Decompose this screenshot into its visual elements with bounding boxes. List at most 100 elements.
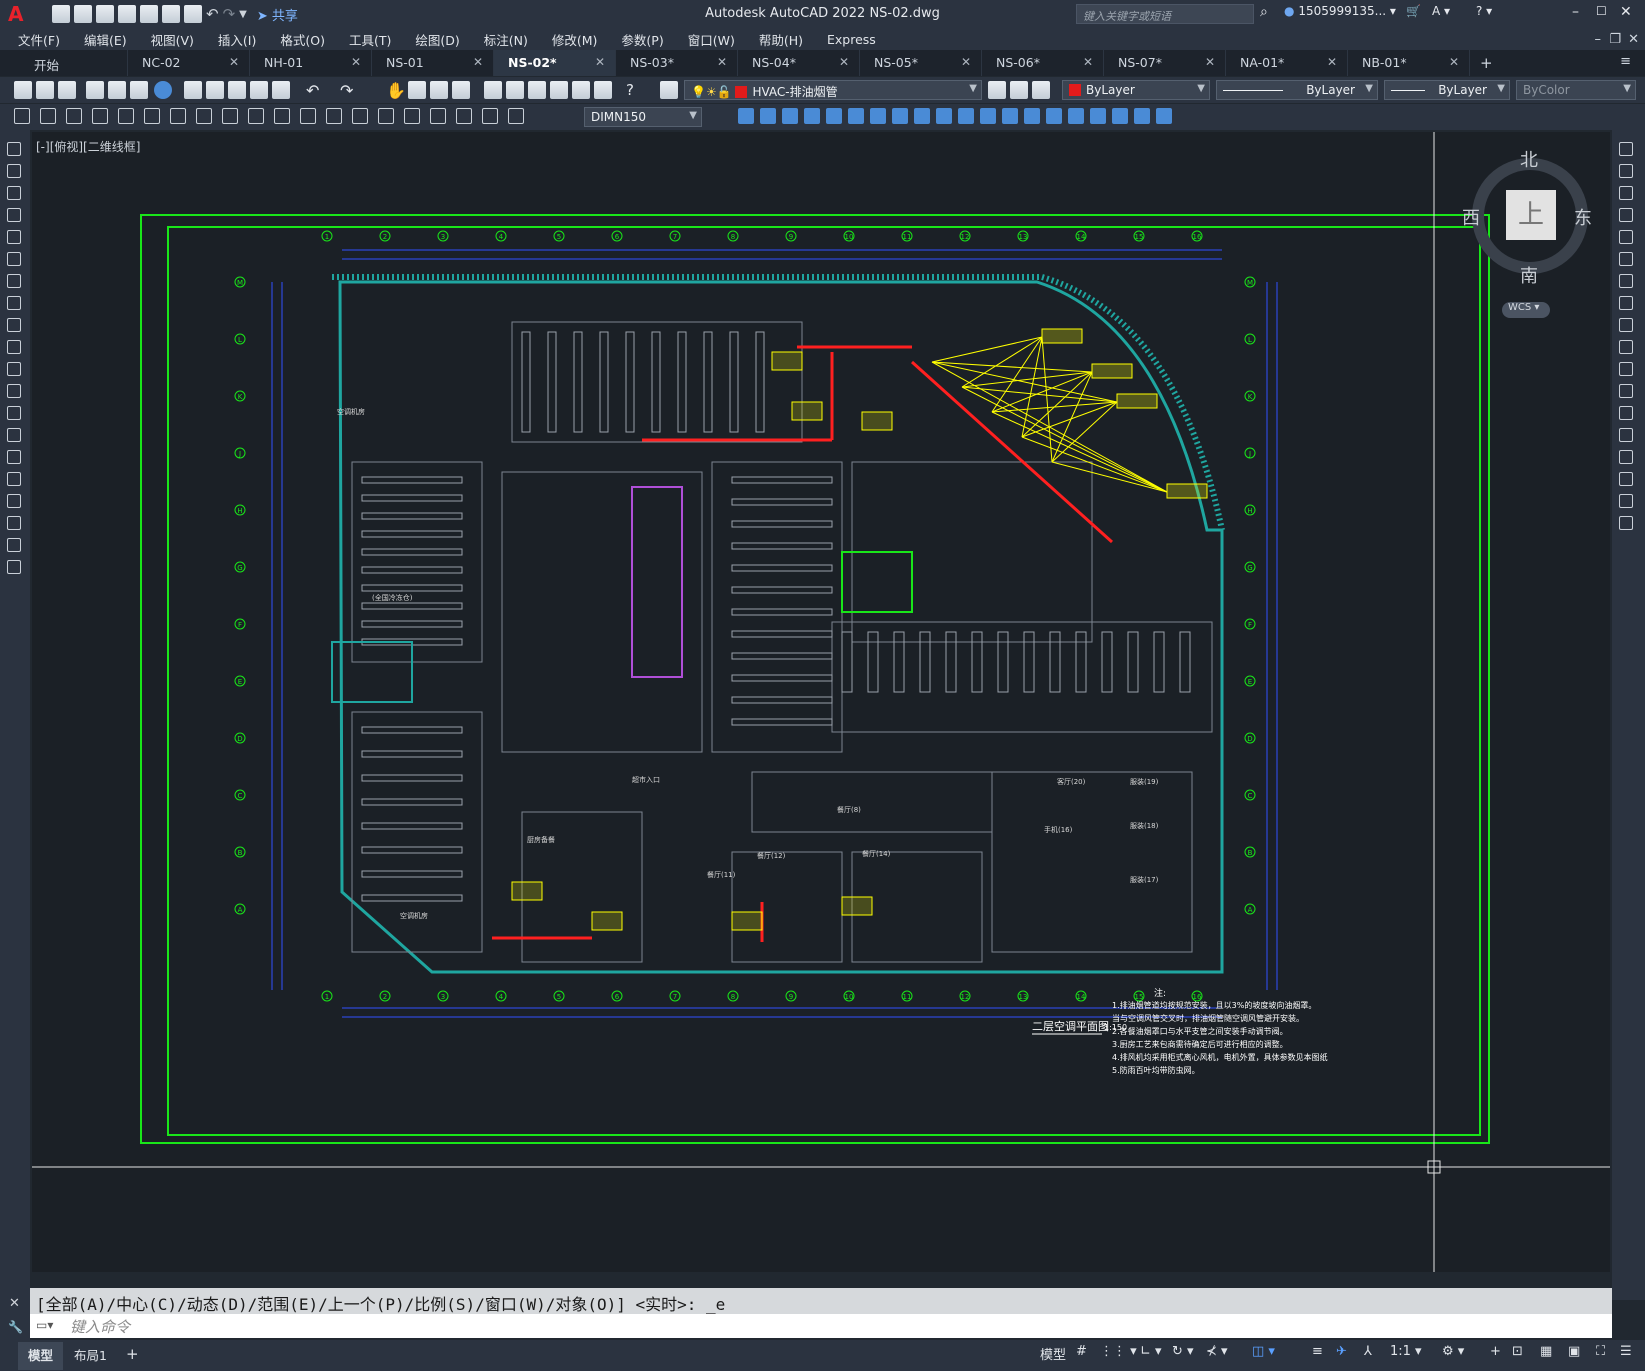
scale-button[interactable]: 1:1 ▾ [1390,1344,1422,1359]
explode-icon[interactable] [1619,516,1633,530]
menu-modify[interactable]: 修改(M) [540,30,610,49]
dim-continue-icon[interactable] [274,108,290,124]
autodesk-app-icon[interactable]: A ▾ [1432,4,1450,18]
dimstyle-dropdown[interactable]: DIMN150 ▼ [584,107,702,127]
point-icon[interactable] [7,428,21,442]
tab-model[interactable]: 模型 [18,1342,64,1370]
design-center-icon[interactable] [506,81,524,99]
plotstyle-dropdown[interactable]: ByColor ▼ [1516,80,1636,100]
copy-icon[interactable] [206,81,224,99]
explode-icon[interactable] [1046,108,1062,124]
move-icon[interactable] [738,108,754,124]
viewport-controls[interactable]: [-][俯视][二维线框] [36,138,140,155]
menu-file[interactable]: 文件(F) [6,30,72,49]
zoom-previous-icon[interactable] [452,81,470,99]
plus-icon[interactable]: + [1490,1344,1501,1359]
polyline-icon[interactable] [7,186,21,200]
layer-properties-icon[interactable] [660,81,678,99]
join-icon[interactable] [1619,428,1633,442]
tab-ns-01[interactable]: NS-01 ✕ [372,50,494,76]
layer-dropdown[interactable]: 💡☀🔓 HVAC-排油烟管 ▼ [684,80,982,100]
print-icon[interactable] [184,5,202,23]
command-line-handle[interactable]: ✕ 🔧 [0,1282,30,1340]
move-icon[interactable] [1619,252,1633,266]
redo-icon[interactable]: ↷ [223,5,236,23]
tab-close-icon[interactable]: ✕ [473,55,483,69]
dim-aligned-icon[interactable] [40,108,56,124]
publish-icon[interactable] [140,5,158,23]
compass-west[interactable]: 西 [1462,204,1480,230]
lineweight-icon[interactable]: ≡ [1312,1344,1323,1359]
join-icon[interactable] [980,108,996,124]
tab-close-icon[interactable]: ✕ [229,55,239,69]
matchprop-icon[interactable] [250,81,268,99]
redo-icon[interactable]: ↷ [340,81,358,100]
construction-line-icon[interactable] [7,164,21,178]
close-icon[interactable]: ✕ [1620,4,1632,20]
polygon-icon[interactable] [7,208,21,222]
spline-icon[interactable] [7,318,21,332]
draworder-icon[interactable] [1134,108,1150,124]
dim-text-edit-icon[interactable] [482,108,498,124]
isolate-icon[interactable]: ⊡ [1512,1344,1523,1359]
menu-window[interactable]: 窗口(W) [676,30,747,49]
viewcube-face-top[interactable]: 上 [1506,190,1556,240]
autocad-logo[interactable]: A [8,2,36,26]
qa-customize-icon[interactable]: ▼ [239,9,247,20]
lineweight-dropdown[interactable]: ByLayer ▼ [1384,80,1510,100]
menu-draw[interactable]: 绘图(D) [403,30,471,49]
circle-icon[interactable] [7,274,21,288]
add-layout-icon[interactable]: + [116,1342,149,1370]
tab-ns-02[interactable]: NS-02* ✕ [494,50,616,76]
line-icon[interactable] [7,142,21,156]
qnew-icon[interactable] [14,81,32,99]
otrack-icon[interactable]: ◫ ▾ [1252,1344,1275,1359]
offset-icon[interactable] [804,108,820,124]
array-icon[interactable] [1619,230,1633,244]
tab-ns-04[interactable]: NS-04* ✕ [738,50,860,76]
region-icon[interactable] [7,494,21,508]
wcs-menu[interactable]: WCS ▾ [1502,302,1550,318]
doc-restore-icon[interactable]: ❐ [1609,32,1621,47]
tab-nc-02[interactable]: NC-02 ✕ [128,50,250,76]
extend-icon[interactable] [936,108,952,124]
save-icon[interactable] [58,81,76,99]
tab-ns-05[interactable]: NS-05* ✕ [860,50,982,76]
menu-view[interactable]: 视图(V) [139,30,206,49]
hatch-icon[interactable] [7,450,21,464]
jogged-linear-icon[interactable] [430,108,446,124]
clean-screen-icon[interactable]: ▣ [1568,1344,1580,1359]
compass-south[interactable]: 南 [1520,262,1538,288]
tab-close-icon[interactable]: ✕ [351,55,361,69]
osnap-icon[interactable]: ⊀ ▾ [1206,1344,1228,1359]
model-space-button[interactable]: 模型 [1040,1344,1066,1363]
cut-icon[interactable] [184,81,202,99]
tab-close-icon[interactable]: ✕ [839,55,849,69]
tab-nh-01[interactable]: NH-01 ✕ [250,50,372,76]
block-editor-icon[interactable] [272,81,290,99]
layer-states-icon[interactable] [1032,81,1050,99]
plot-icon[interactable] [162,5,180,23]
chamfer-icon[interactable] [1619,450,1633,464]
compass-north[interactable]: 北 [1520,146,1538,172]
calculator-icon[interactable] [594,81,612,99]
tab-close-icon[interactable]: ✕ [717,55,727,69]
sheet-set-icon[interactable] [550,81,568,99]
polar-icon[interactable]: ↻ ▾ [1172,1344,1194,1359]
dim-radius-icon[interactable] [118,108,134,124]
save-icon[interactable] [96,5,114,23]
inspect-icon[interactable] [404,108,420,124]
preview-icon[interactable] [108,81,126,99]
rectangle-icon[interactable] [7,230,21,244]
revcloud-icon[interactable] [7,296,21,310]
menu-express[interactable]: Express [815,32,888,47]
make-current-icon[interactable] [988,81,1006,99]
tab-close-icon[interactable]: ✕ [1449,55,1459,69]
make-block-icon[interactable] [7,406,21,420]
gear-icon[interactable]: ⚙ ▾ [1442,1344,1464,1359]
snap-icon[interactable]: ⋮⋮ ▾ [1100,1344,1137,1359]
tab-close-icon[interactable]: ✕ [1083,55,1093,69]
tab-menu-icon[interactable]: ≡ [1620,54,1631,69]
doc-minimize-icon[interactable]: – [1595,32,1602,47]
tab-layout1[interactable]: 布局1 [64,1342,117,1370]
